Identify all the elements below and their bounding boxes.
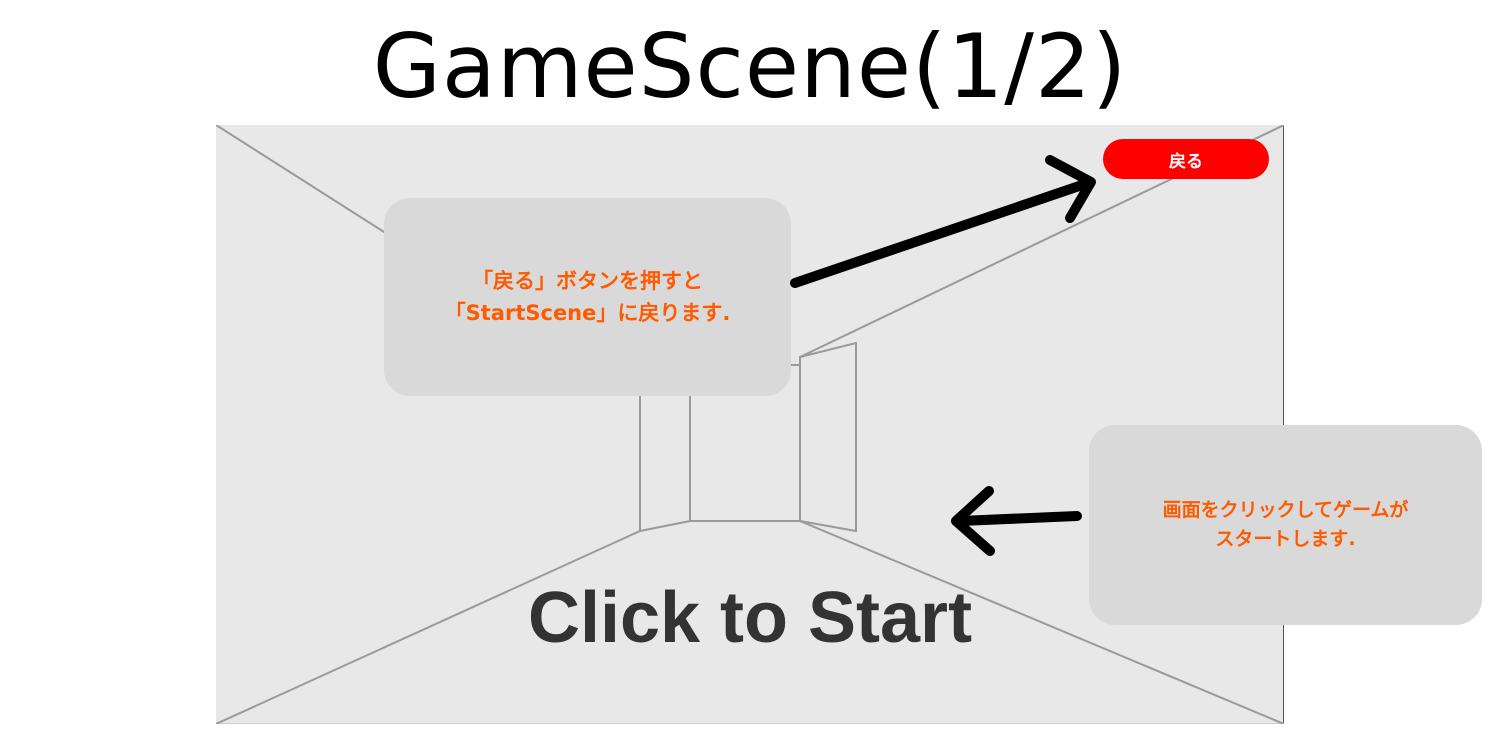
back-button[interactable]: 戻る <box>1103 139 1269 179</box>
start-annotation: 画面をクリックしてゲームが スタートします. <box>1089 425 1482 625</box>
back-button-annotation: 「戻る」ボタンを押すと 「StartScene」に戻ります. <box>384 198 791 396</box>
page-title: GameScene(1/2) <box>372 15 1128 118</box>
back-annotation-line2: 「StartScene」に戻ります. <box>444 301 731 325</box>
start-annotation-line2: スタートします. <box>1215 528 1356 550</box>
start-annotation-line1: 画面をクリックしてゲームが <box>1162 499 1409 521</box>
back-annotation-line1: 「戻る」ボタンを押すと <box>472 269 703 293</box>
